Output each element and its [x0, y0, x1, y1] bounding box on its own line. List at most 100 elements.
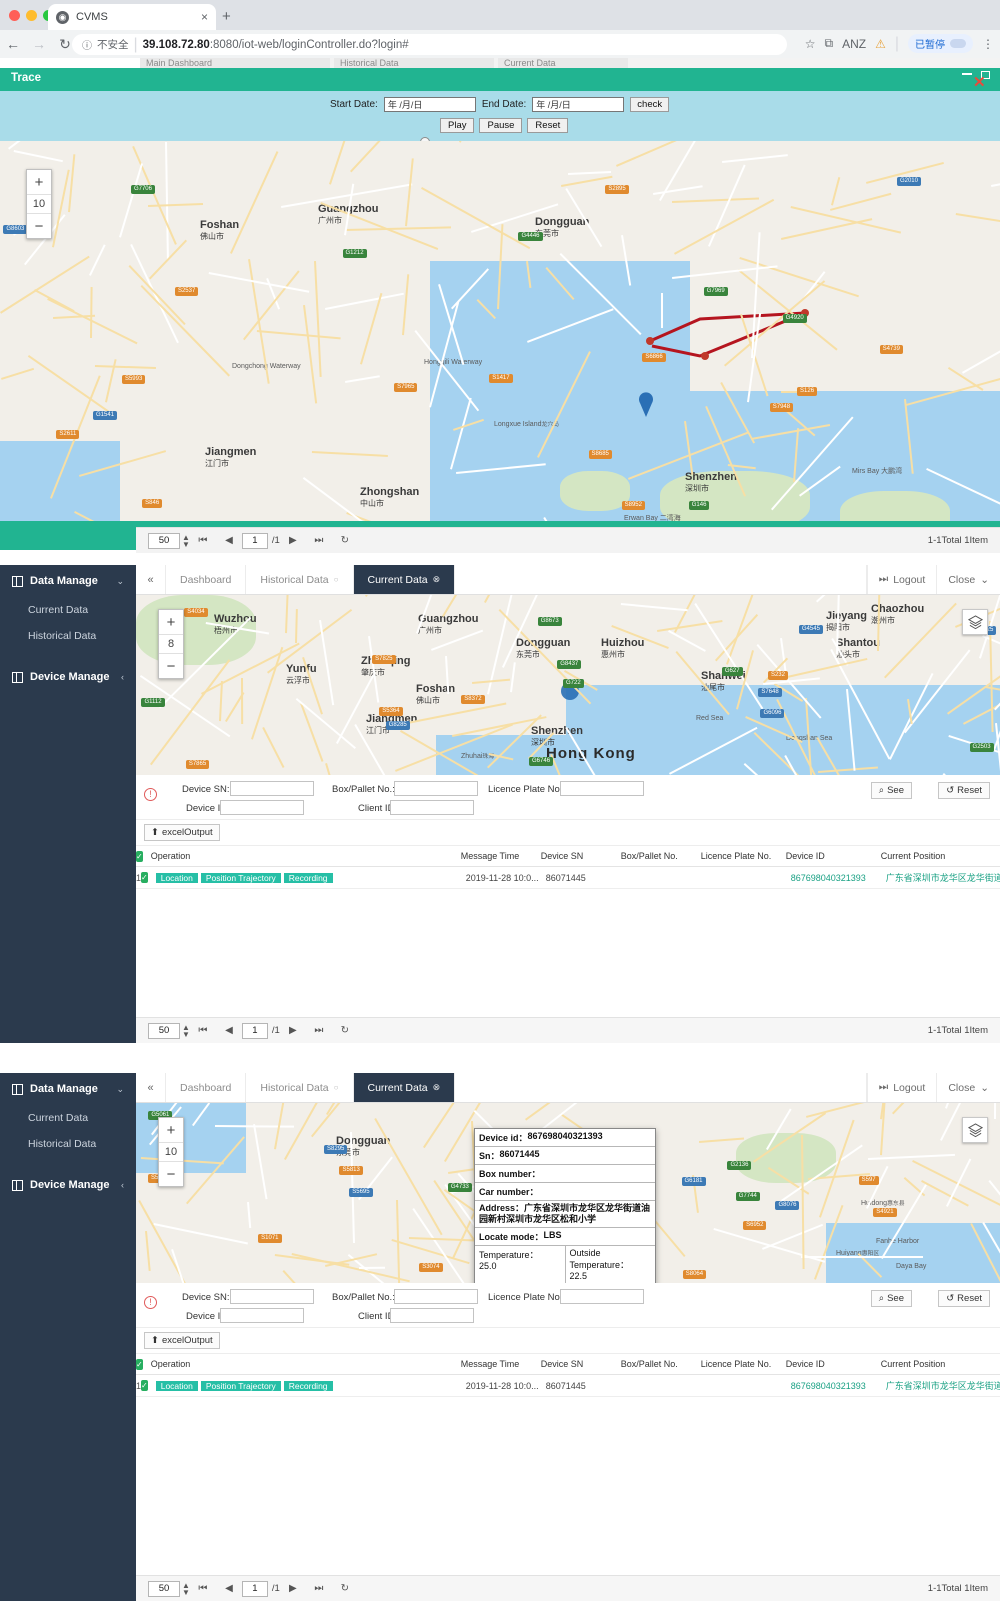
first-page-button[interactable]: ⏮: [190, 1583, 216, 1594]
sidebar-group-data-manage[interactable]: Data Manage ⌄: [0, 565, 136, 597]
last-page-button[interactable]: ⏭: [306, 1025, 332, 1036]
licence-plate-input[interactable]: [560, 1289, 644, 1304]
operation-recording-button[interactable]: Recording: [283, 872, 333, 883]
logout-button[interactable]: ⏭ Logout: [866, 1073, 937, 1102]
table-row[interactable]: 1 ✓ Location Position Trajectory Recording 20…: [136, 1375, 1000, 1397]
zoom-in-button[interactable]: +: [27, 170, 51, 194]
bookmark-star-icon[interactable]: ☆: [805, 37, 816, 51]
column-header[interactable]: Licence Plate No.: [693, 1359, 778, 1369]
column-header[interactable]: Current Position: [873, 851, 1000, 861]
close-icon[interactable]: ×: [201, 11, 208, 23]
column-header[interactable]: Operation: [143, 851, 453, 861]
last-page-button[interactable]: ⏭: [306, 535, 332, 546]
tab-dashboard[interactable]: Dashboard: [166, 565, 247, 594]
page-size-select[interactable]: 50: [148, 1022, 180, 1039]
licence-plate-input[interactable]: [560, 781, 644, 796]
sidebar-group-device-manage[interactable]: Device Manage ‹: [0, 1169, 136, 1201]
tab-current-data[interactable]: Current Data ⊗: [353, 1073, 456, 1102]
column-header[interactable]: Licence Plate No.: [693, 851, 778, 861]
see-button[interactable]: ⌕ See: [870, 1290, 912, 1307]
chevron-down-icon[interactable]: ⌄: [116, 576, 124, 587]
forward-icon[interactable]: →: [26, 36, 52, 52]
sidebar-item-current-data[interactable]: Current Data: [0, 597, 136, 623]
row-checkbox[interactable]: ✓: [141, 872, 148, 883]
reset-button[interactable]: Reset: [527, 118, 569, 133]
close-icon[interactable]: ⊗: [433, 1082, 441, 1093]
refresh-icon[interactable]: ↻: [332, 535, 358, 546]
refresh-icon[interactable]: ↻: [332, 1583, 358, 1594]
close-icon[interactable]: ○: [334, 575, 339, 584]
operation-position-trajectory-button[interactable]: Position Trajectory: [200, 1380, 281, 1391]
reset-button[interactable]: ↺ Reset: [938, 782, 990, 799]
collapse-sidebar-button[interactable]: «: [136, 1073, 166, 1102]
operation-location-button[interactable]: Location: [155, 1380, 198, 1391]
first-page-button[interactable]: ⏮: [190, 1025, 216, 1036]
prev-page-button[interactable]: ◀: [216, 1583, 242, 1594]
column-header[interactable]: Device SN: [533, 1359, 613, 1369]
browser-tab[interactable]: ◉ CVMS ×: [48, 4, 216, 30]
chevron-right-icon[interactable]: ‹: [121, 672, 124, 682]
next-page-button[interactable]: ▶: [280, 1583, 306, 1594]
device-id-input[interactable]: [220, 1308, 304, 1323]
address-bar[interactable]: ⓘ 不安全 | 39.108.72.80:8080/iot-web/loginC…: [72, 34, 787, 55]
client-id-input[interactable]: [390, 800, 474, 815]
excel-output-button[interactable]: ⬆ excelOutput: [144, 1332, 220, 1349]
start-date-input[interactable]: 年 /月/日: [383, 97, 476, 112]
check-button[interactable]: check: [630, 97, 670, 112]
logout-button[interactable]: ⏭ Logout: [866, 565, 937, 594]
page-input[interactable]: 1: [241, 532, 268, 549]
sync-paused-badge[interactable]: 已暂停: [908, 34, 973, 53]
column-header[interactable]: Box/Pallet No.: [613, 851, 693, 861]
column-header[interactable]: Device ID: [778, 1359, 873, 1369]
cast-icon[interactable]: ⧉: [825, 36, 834, 51]
minimize-icon[interactable]: [962, 72, 972, 75]
close-icon[interactable]: ⊗: [433, 574, 441, 585]
select-all-checkbox[interactable]: ✓: [136, 850, 143, 862]
prev-page-button[interactable]: ◀: [216, 1025, 242, 1036]
close-menu-button[interactable]: Close ⌄: [936, 565, 1000, 594]
column-header[interactable]: Message Time: [453, 1359, 533, 1369]
excel-output-button[interactable]: ⬆ excelOutput: [144, 824, 220, 841]
row-checkbox[interactable]: ✓: [141, 1380, 148, 1391]
close-window-button[interactable]: [9, 10, 20, 21]
trace-map[interactable]: + 10 − Foshan 佛山市 Dongguan 东莞市 Shenzhen 深圳市 Ji…: [0, 141, 1000, 521]
sidebar-group-device-manage[interactable]: Device Manage ‹: [0, 661, 136, 693]
device-sn-input[interactable]: [230, 1289, 314, 1304]
map-layers-button[interactable]: [962, 1117, 988, 1143]
current-data-map[interactable]: + 8 − Wuzhou 梧州市 Guangzhou 广州市 Dongguan 东莞市 Hu…: [136, 595, 1000, 775]
sidebar-item-current-data[interactable]: Current Data: [0, 1105, 136, 1131]
page-input[interactable]: 1: [241, 1580, 268, 1597]
prev-page-button[interactable]: ◀: [216, 535, 242, 546]
page-size-select[interactable]: 50: [148, 532, 180, 549]
device-info-window[interactable]: Device id： 867698040321393 Sn： 86071445 Bo…: [474, 1128, 656, 1283]
tab-historical-data[interactable]: Historical Data ○: [246, 1073, 354, 1102]
operation-location-button[interactable]: Location: [155, 872, 198, 883]
client-id-input[interactable]: [390, 1308, 474, 1323]
zoom-out-button[interactable]: −: [159, 1162, 183, 1186]
menu-icon[interactable]: ⋮: [982, 37, 994, 51]
sidebar-item-historical-data[interactable]: Historical Data: [0, 1131, 136, 1157]
zoom-in-button[interactable]: +: [159, 610, 183, 634]
device-sn-input[interactable]: [230, 781, 314, 796]
first-page-button[interactable]: ⏮: [190, 535, 216, 546]
tab-dashboard[interactable]: Dashboard: [166, 1073, 247, 1102]
spinner-icon[interactable]: ▲ ▼: [182, 1023, 190, 1038]
last-page-button[interactable]: ⏭: [306, 1583, 332, 1594]
see-button[interactable]: ⌕ See: [870, 782, 912, 799]
zoom-in-button[interactable]: +: [159, 1118, 183, 1142]
box-pallet-input[interactable]: [394, 1289, 478, 1304]
spinner-icon[interactable]: ▲ ▼: [182, 533, 190, 548]
reset-button[interactable]: ↺ Reset: [938, 1290, 990, 1307]
tab-current-data[interactable]: Current Data ⊗: [353, 565, 456, 594]
tab-historical-data[interactable]: Historical Data ○: [246, 565, 354, 594]
pause-button[interactable]: Pause: [479, 118, 523, 133]
play-button[interactable]: Play: [440, 118, 475, 133]
map-zoom-control[interactable]: + 10 −: [158, 1117, 184, 1187]
back-icon[interactable]: ←: [0, 36, 26, 52]
device-id-input[interactable]: [220, 800, 304, 815]
column-header[interactable]: Current Position: [873, 1359, 1000, 1369]
map-zoom-control[interactable]: + 8 −: [158, 609, 184, 679]
close-icon[interactable]: ○: [334, 1083, 339, 1092]
chevron-right-icon[interactable]: ‹: [121, 1180, 124, 1190]
column-header[interactable]: Device ID: [778, 851, 873, 861]
